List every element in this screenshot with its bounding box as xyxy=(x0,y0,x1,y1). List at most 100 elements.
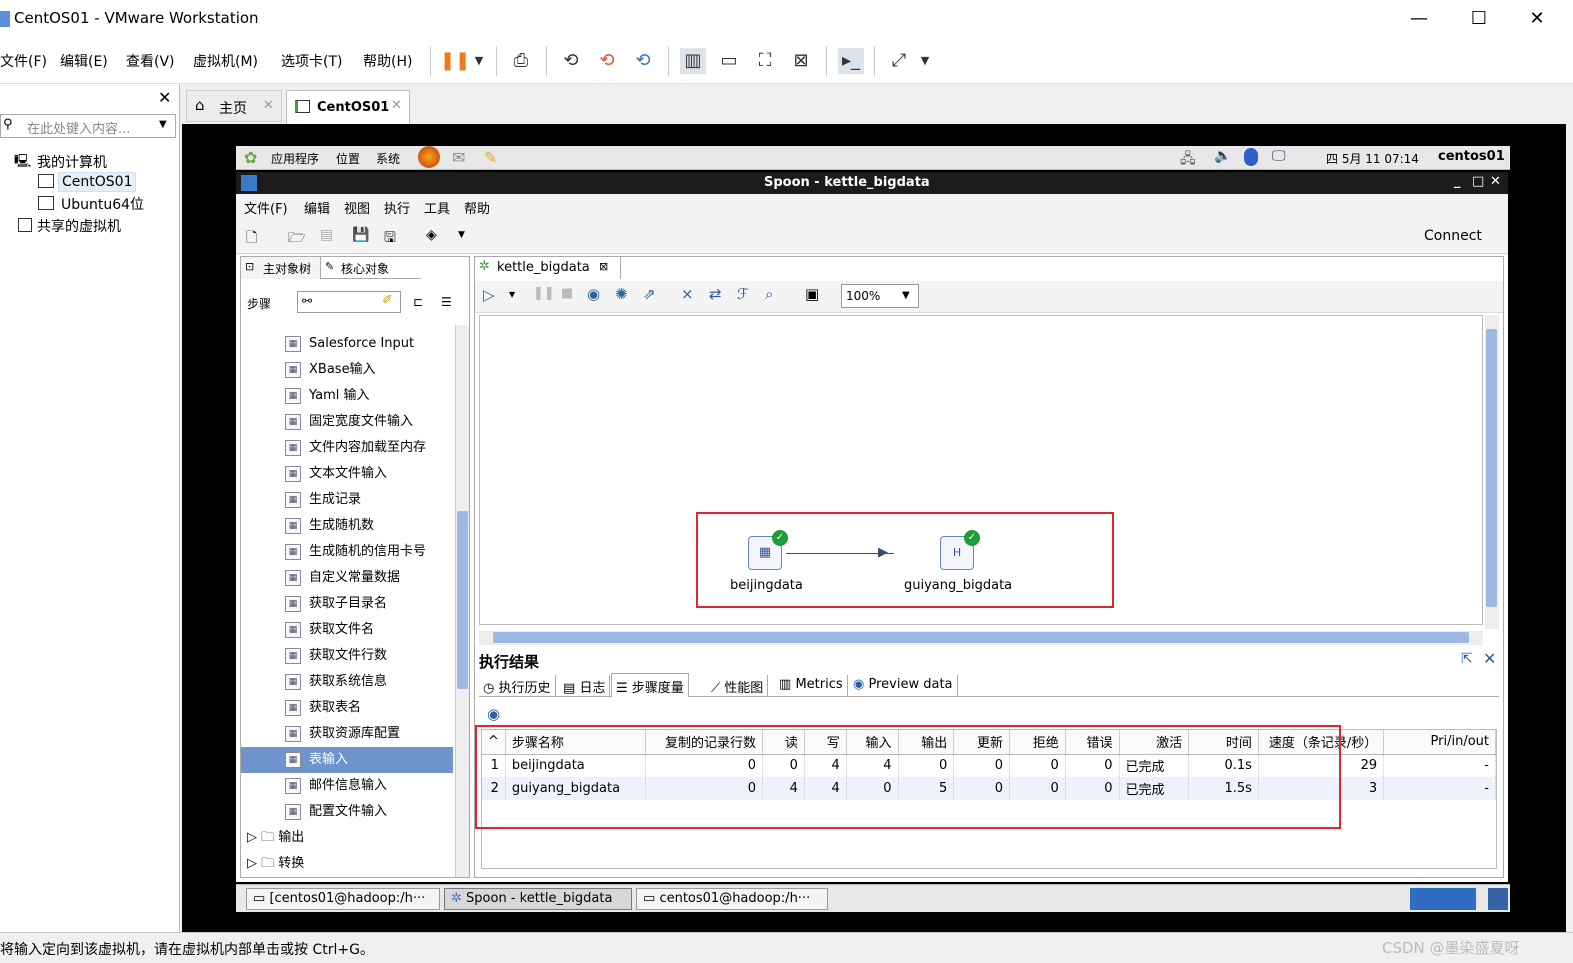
zoom-select[interactable]: 100% ▼ xyxy=(841,284,919,308)
connect-button[interactable]: Connect xyxy=(1424,228,1482,244)
save-icon[interactable]: 💾 xyxy=(352,227,369,243)
tree-step-item[interactable]: ▦ 获取文件行数 xyxy=(285,643,387,669)
spoon-menu-run[interactable]: 执行 xyxy=(384,198,410,217)
eye-icon[interactable]: ◉ xyxy=(487,705,500,723)
thumbnail-view-icon[interactable]: ▭ xyxy=(716,48,742,74)
scroll-thumb[interactable] xyxy=(457,511,468,689)
spoon-menu-file[interactable]: 文件(F) xyxy=(244,198,288,217)
bluetooth-icon[interactable] xyxy=(1244,148,1258,166)
tree-step-item[interactable]: ▦ XBase输入 xyxy=(285,357,376,383)
tree-scrollbar[interactable] xyxy=(455,325,469,877)
verify-icon[interactable]: ⨯ xyxy=(681,285,694,303)
tree-folder-item[interactable]: ▷ 🗀 输出 xyxy=(247,825,304,851)
tab-log[interactable]: ▤ 日志 xyxy=(559,675,611,697)
tree-step-item[interactable]: ▦ 自定义常量数据 xyxy=(285,565,400,591)
close-tab-icon[interactable]: ⊠ xyxy=(599,260,608,273)
new-file-icon[interactable]: 🗋 xyxy=(246,227,257,251)
tab-history[interactable]: ◷ 执行历史 xyxy=(479,675,556,697)
close-button[interactable]: ✕ xyxy=(1490,174,1501,189)
display-icon[interactable]: 🖵 xyxy=(1272,148,1286,164)
snapshot-manager-icon[interactable]: ⟲ xyxy=(630,48,656,74)
tree-step-item[interactable]: ▦ 文件内容加载至内存 xyxy=(285,435,426,461)
run-dropdown-icon[interactable]: ▼ xyxy=(509,290,515,299)
tree-vm-centos01[interactable]: CentOS01 xyxy=(58,172,137,192)
trash-icon[interactable] xyxy=(1488,888,1508,910)
chevron-down-icon[interactable]: ▼ xyxy=(458,230,465,240)
tree-step-item[interactable]: ▦ 获取系统信息 xyxy=(285,669,387,695)
taskbar-terminal-1[interactable]: ▭ [centos01@hadoop:/h··· xyxy=(246,888,440,910)
network-icon[interactable]: 🖧 xyxy=(1180,148,1196,172)
clear-search-icon[interactable]: ✐ xyxy=(382,293,393,308)
maximize-results-icon[interactable]: ⇱ xyxy=(1461,651,1473,667)
tree-step-item[interactable]: ▦ 邮件信息输入 xyxy=(285,773,387,799)
tab-core-objects[interactable]: ✎ 核心对象 xyxy=(321,257,421,279)
menu-view[interactable]: 查看(V) xyxy=(126,51,175,71)
gnome-clock[interactable]: 四 5月 11 07:14 xyxy=(1326,150,1419,167)
save-as-icon[interactable]: 🖫 xyxy=(384,227,396,251)
tab-home[interactable]: ⌂ 主页 ✕ xyxy=(186,90,282,122)
sql-icon[interactable]: ℱ xyxy=(737,285,749,303)
close-tab-icon[interactable]: ✕ xyxy=(263,98,274,113)
minimize-button[interactable]: — xyxy=(1404,6,1434,32)
spoon-menu-tools[interactable]: 工具 xyxy=(424,198,450,217)
pause-icon[interactable]: ❚❚ xyxy=(440,48,470,74)
library-search[interactable]: ⚲ 在此处键入内容... ▼ xyxy=(0,114,176,138)
close-button[interactable]: ✕ xyxy=(1522,6,1552,32)
tree-step-item[interactable]: ▦ 文本文件输入 xyxy=(285,461,387,487)
notes-icon[interactable]: ✎ xyxy=(484,148,497,167)
tree-step-item[interactable]: ▦ 表输入 xyxy=(241,747,453,773)
mail-icon[interactable]: ✉ xyxy=(452,148,465,167)
tree-step-item[interactable]: ▦ 获取资源库配置 xyxy=(285,721,400,747)
tree-my-computer[interactable]: 我的计算机 xyxy=(37,152,107,172)
scroll-thumb[interactable] xyxy=(1486,329,1497,607)
stretch-dropdown-icon[interactable]: ▼ xyxy=(912,48,938,74)
taskbar-terminal-2[interactable]: ▭ centos01@hadoop:/h··· xyxy=(636,888,828,910)
layers-icon[interactable]: ◈ xyxy=(426,227,437,243)
explore-icon[interactable]: ▤ xyxy=(320,227,333,243)
debug-icon[interactable]: ✺ xyxy=(615,285,628,303)
maximize-button[interactable]: □ xyxy=(1472,174,1484,189)
workspace-switcher[interactable] xyxy=(1410,888,1476,910)
taskbar-spoon[interactable]: ✲ Spoon - kettle_bigdata xyxy=(444,888,632,910)
step-search-input[interactable]: ⚯ ✐ xyxy=(297,291,401,313)
canvas-hscrollbar[interactable] xyxy=(479,631,1483,645)
send-keys-icon[interactable]: ⎙ xyxy=(508,48,534,74)
tree-vm-ubuntu[interactable]: Ubuntu64位 xyxy=(61,194,144,214)
gnome-applications[interactable]: 应用程序 xyxy=(271,150,319,167)
close-tab-icon[interactable]: ✕ xyxy=(391,98,402,113)
tree-step-item[interactable]: ▦ 配置文件输入 xyxy=(285,799,387,825)
fullscreen-icon[interactable]: ⛶ xyxy=(752,48,778,74)
spoon-menu-view[interactable]: 视图 xyxy=(344,198,370,217)
unity-icon[interactable]: ⊠ xyxy=(788,48,814,74)
menu-help[interactable]: 帮助(H) xyxy=(363,51,412,71)
scroll-thumb[interactable] xyxy=(493,632,1469,643)
volume-icon[interactable]: 🔈 xyxy=(1214,148,1231,164)
expand-all-icon[interactable]: ⊏ xyxy=(413,295,423,309)
spoon-menu-edit[interactable]: 编辑 xyxy=(304,198,330,217)
tree-step-item[interactable]: ▦ Yaml 输入 xyxy=(285,383,370,409)
tab-metrics[interactable]: ▥ Metrics xyxy=(775,675,848,697)
gnome-places[interactable]: 位置 xyxy=(336,150,360,167)
tree-step-item[interactable]: ▦ 生成记录 xyxy=(285,487,361,513)
tab-preview[interactable]: ◉ Preview data xyxy=(849,675,958,697)
menu-file[interactable]: 文件(F) xyxy=(0,51,47,71)
canvas[interactable]: ▦ ✓ beijingdata ▶ H ✓ guiyang_bigdata xyxy=(479,315,1483,625)
spoon-menu-help[interactable]: 帮助 xyxy=(464,198,490,217)
open-icon[interactable]: 🗁 xyxy=(288,227,305,251)
menu-tabs[interactable]: 选项卡(T) xyxy=(281,51,342,71)
tab-perf[interactable]: ⟋ 性能图 xyxy=(707,675,769,697)
tree-step-item[interactable]: ▦ 获取子目录名 xyxy=(285,591,387,617)
tree-folder-item[interactable]: ▷ 🗀 转换 xyxy=(247,851,304,877)
tree-step-item[interactable]: ▦ 固定宽度文件输入 xyxy=(285,409,413,435)
tree-step-item[interactable]: ▦ Salesforce Input xyxy=(285,331,414,357)
revert-snapshot-icon[interactable]: ⟲ xyxy=(594,48,620,74)
sidebar-view-icon[interactable]: ▥ xyxy=(680,48,706,74)
gnome-system[interactable]: 系统 xyxy=(376,150,400,167)
tab-step-metrics[interactable]: ☰ 步骤度量 xyxy=(611,673,689,697)
run-icon[interactable]: ▷ xyxy=(483,286,495,304)
tab-kettle-bigdata[interactable]: ✲ kettle_bigdata ⊠ xyxy=(475,257,621,279)
dropdown-icon[interactable]: ▼ xyxy=(466,48,492,74)
preview-icon[interactable]: ◉ xyxy=(587,285,600,303)
minimize-button[interactable]: _ xyxy=(1454,174,1461,189)
pause-icon[interactable]: ❚❚ xyxy=(533,286,555,301)
